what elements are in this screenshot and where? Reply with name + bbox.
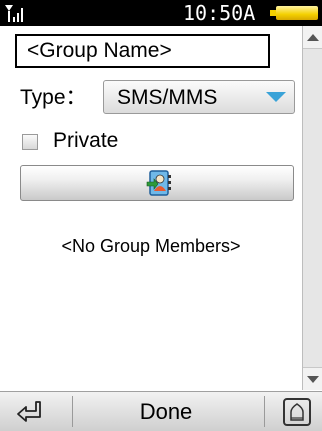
scrollbar[interactable] xyxy=(302,26,322,390)
arrow-up-icon xyxy=(307,34,319,41)
private-checkbox[interactable] xyxy=(22,134,38,150)
clock: 10:50A xyxy=(183,1,256,25)
type-dropdown-value: SMS/MMS xyxy=(117,86,218,109)
contact-pick-icon xyxy=(146,170,171,196)
battery-icon xyxy=(266,6,318,20)
bottom-bar: Done xyxy=(0,391,322,431)
group-name-input[interactable]: <Group Name> xyxy=(15,34,270,68)
divider xyxy=(72,396,73,427)
private-label: Private xyxy=(53,129,119,152)
divider xyxy=(264,396,265,427)
home-glyph xyxy=(290,403,304,421)
add-members-button[interactable] xyxy=(20,165,294,201)
empty-members-text: <No Group Members> xyxy=(61,236,241,256)
status-bar: 10:50A xyxy=(0,0,322,26)
type-label: Type： xyxy=(20,86,87,109)
signal-icon xyxy=(5,5,23,22)
scroll-down-button[interactable] xyxy=(303,367,322,390)
done-button[interactable]: Done xyxy=(118,396,214,428)
arrow-down-icon xyxy=(307,376,319,383)
home-icon[interactable] xyxy=(283,398,311,426)
scroll-up-button[interactable] xyxy=(303,26,322,49)
type-dropdown[interactable]: SMS/MMS xyxy=(103,80,295,114)
dropdown-arrow-icon xyxy=(266,92,286,102)
back-arrow-icon[interactable] xyxy=(14,398,44,424)
